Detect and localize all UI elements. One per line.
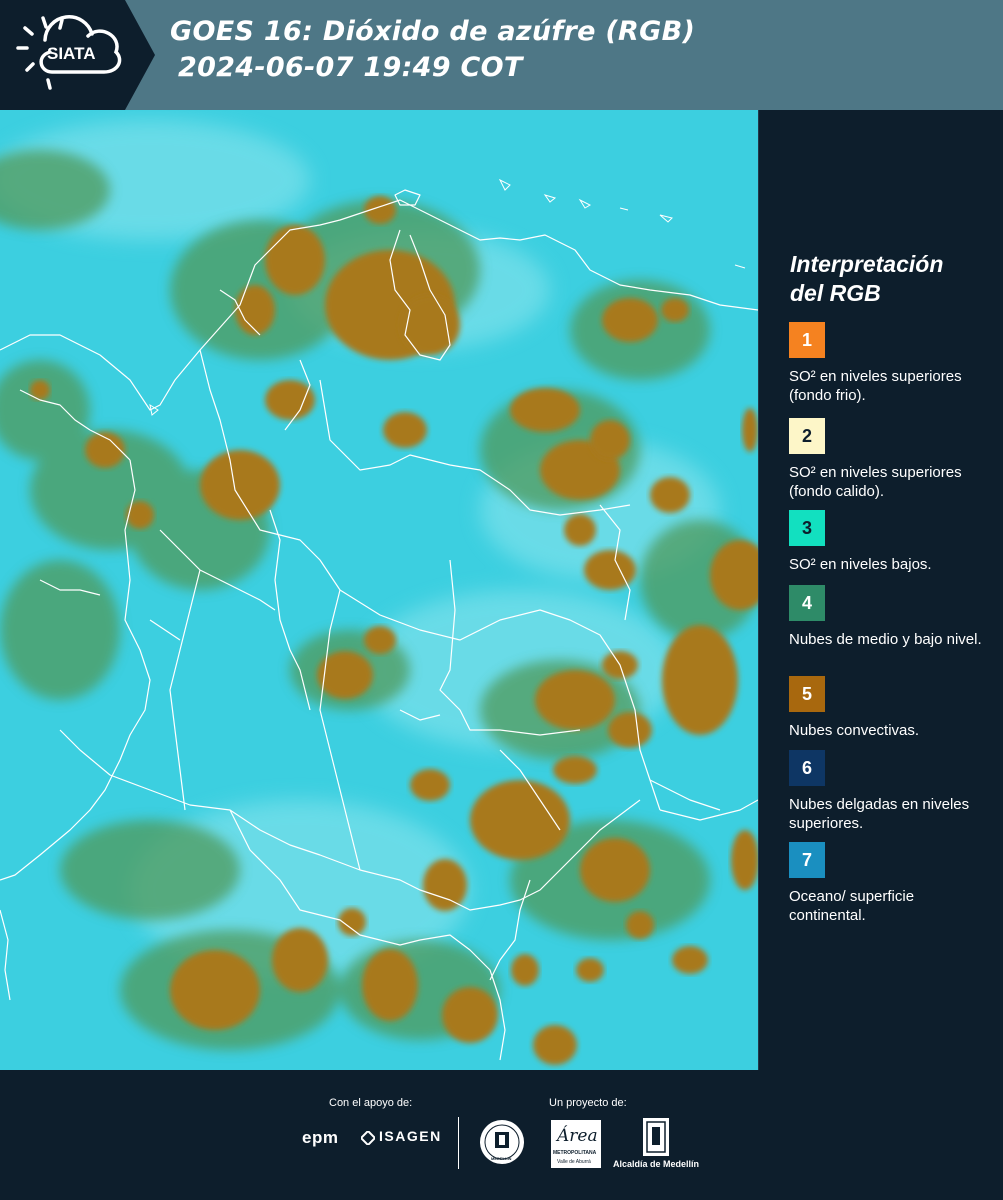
header-bar: SIATA GOES 16: Dióxido de azúfre (RGB) 2… bbox=[0, 0, 1003, 110]
legend-swatch: 2 bbox=[789, 418, 825, 454]
legend-swatch: 1 bbox=[789, 322, 825, 358]
legend-number: 7 bbox=[801, 849, 812, 870]
legend-number: 5 bbox=[801, 683, 812, 704]
satellite-map[interactable] bbox=[0, 110, 758, 1070]
legend-item-4: 4 Nubes de medio y bajo nivel. bbox=[789, 585, 994, 649]
legend-number: 4 bbox=[801, 592, 812, 613]
legend-swatch: 4 bbox=[789, 585, 825, 621]
legend-text: Nubes delgadas en niveles superiores. bbox=[789, 796, 970, 832]
epm-logo: epm bbox=[302, 1128, 339, 1147]
page-title: GOES 16: Dióxido de azúfre (RGB) 2024-06… bbox=[170, 14, 695, 86]
legend-item-7: 7 Oceano/ superficie continental. bbox=[789, 842, 994, 925]
legend-text: SO² en niveles superiores (fondo frio). bbox=[789, 368, 962, 404]
footer-divider bbox=[458, 1117, 459, 1169]
title-line-1: GOES 16: Dióxido de azúfre (RGB) bbox=[170, 16, 696, 47]
project-label: Un proyecto de: bbox=[549, 1097, 627, 1109]
legend-swatch: 6 bbox=[789, 750, 825, 786]
legend-title-line-2: del RGB bbox=[790, 280, 881, 306]
alcaldia-label: Alcaldía de Medellín bbox=[613, 1159, 700, 1169]
area-metropolitana-logo: Área METROPOLITANA Valle de Aburrá bbox=[551, 1120, 601, 1168]
legend-text: SO² en niveles superiores (fondo calido)… bbox=[789, 464, 962, 500]
legend-item-1: 1 SO² en niveles superiores (fondo frio)… bbox=[789, 322, 994, 405]
title-line-2: 2024-06-07 19:49 COT bbox=[178, 52, 523, 83]
legend-number: 3 bbox=[801, 517, 812, 538]
legend-number: 2 bbox=[801, 425, 812, 446]
legend-item-6: 6 Nubes delgadas en niveles superiores. bbox=[789, 750, 994, 833]
siata-logo: SIATA bbox=[0, 0, 155, 110]
medellin-seal-icon: MEDELLIN bbox=[478, 1118, 526, 1171]
area-logo-subtext: METROPOLITANA bbox=[553, 1150, 597, 1156]
isagen-icon bbox=[359, 1129, 377, 1147]
support-label: Con el apoyo de: bbox=[329, 1097, 413, 1109]
legend-number: 1 bbox=[801, 329, 812, 350]
legend-title-line-1: Interpretación bbox=[790, 251, 944, 277]
satellite-image bbox=[0, 110, 758, 1070]
legend-text: Oceano/ superficie continental. bbox=[789, 888, 915, 924]
legend-text: Nubes de medio y bajo nivel. bbox=[789, 631, 982, 648]
area-logo-text: Área bbox=[557, 1126, 598, 1146]
legend-panel: Interpretación del RGB 1 SO² en niveles … bbox=[758, 110, 1003, 1070]
area-logo-subtext-2: Valle de Aburrá bbox=[557, 1159, 591, 1165]
legend-number: 6 bbox=[801, 757, 812, 778]
legend-text: Nubes convectivas. bbox=[789, 722, 920, 739]
legend-swatch: 7 bbox=[789, 842, 825, 878]
isagen-logo: ISAGEN bbox=[379, 1128, 442, 1144]
legend-text: SO² en niveles bajos. bbox=[789, 556, 932, 573]
legend-item-5: 5 Nubes convectivas. bbox=[789, 676, 994, 740]
legend-swatch: 5 bbox=[789, 676, 825, 712]
logo-text: SIATA bbox=[47, 44, 96, 63]
seal-text: MEDELLIN bbox=[491, 1156, 512, 1161]
alcaldia-crest-icon bbox=[643, 1118, 669, 1156]
legend-item-2: 2 SO² en niveles superiores (fondo calid… bbox=[789, 418, 994, 501]
legend-item-3: 3 SO² en niveles bajos. bbox=[789, 510, 994, 574]
footer: Con el apoyo de: Un proyecto de: epm ISA… bbox=[0, 1070, 1003, 1200]
legend-swatch: 3 bbox=[789, 510, 825, 546]
legend-title: Interpretación del RGB bbox=[790, 250, 943, 308]
